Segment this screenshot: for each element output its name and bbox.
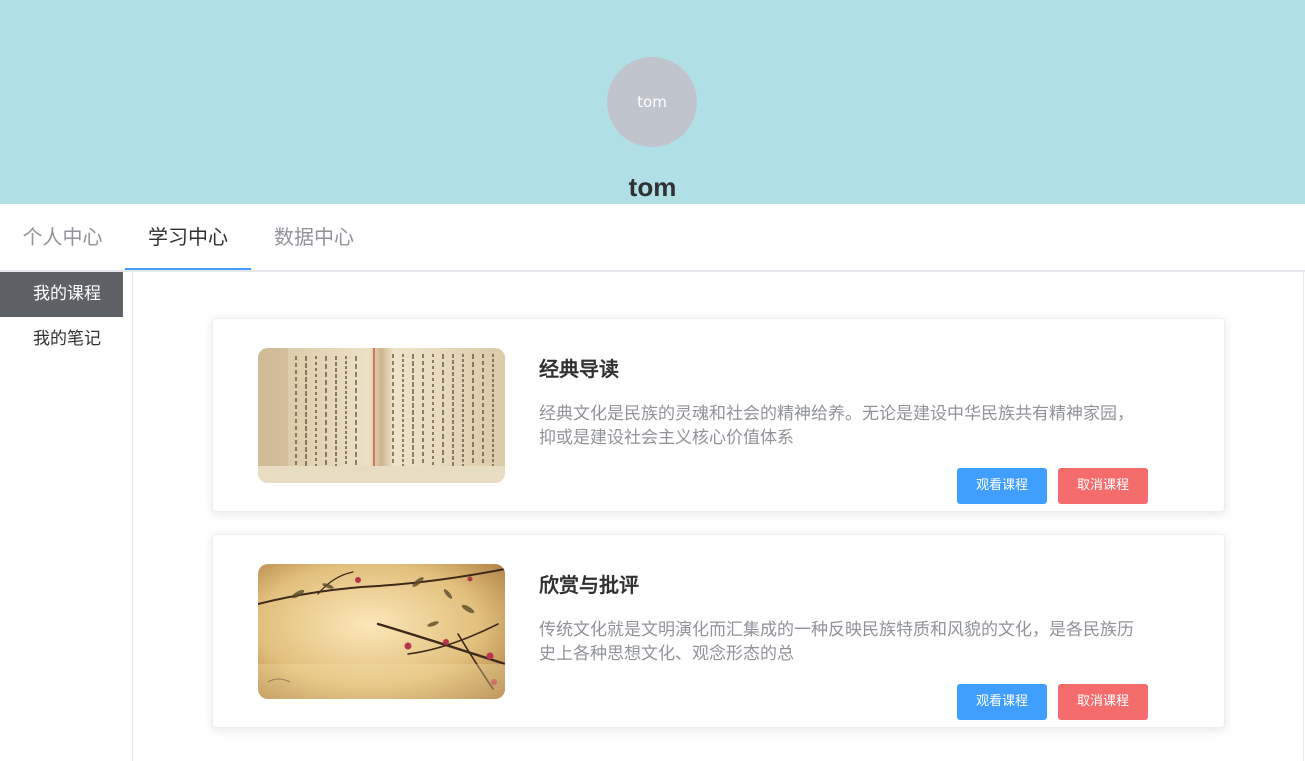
course-description: 经典文化是民族的灵魂和社会的精神给养。无论是建设中华民族共有精神家园，抑或是建设… <box>539 404 1134 448</box>
watch-course-button[interactable]: 观看课程 <box>957 684 1047 720</box>
avatar[interactable]: tom <box>607 57 697 147</box>
cancel-course-button[interactable]: 取消课程 <box>1058 468 1148 504</box>
sidebar: 我的课程 我的笔记 <box>0 272 133 761</box>
sidebar-item-my-courses[interactable]: 我的课程 <box>0 272 123 317</box>
active-tab-indicator <box>125 268 251 270</box>
tab-bar: 个人中心 学习中心 数据中心 <box>0 204 1305 272</box>
tab-data-center[interactable]: 数据中心 <box>251 204 377 272</box>
tab-personal-center[interactable]: 个人中心 <box>0 204 125 272</box>
username: tom <box>628 172 677 202</box>
course-card: 经典导读 经典文化是民族的灵魂和社会的精神给养。无论是建设中华民族共有精神家园，… <box>212 318 1225 512</box>
cancel-course-button[interactable]: 取消课程 <box>1058 684 1148 720</box>
course-title: 经典导读 <box>539 357 619 381</box>
watch-course-button[interactable]: 观看课程 <box>957 468 1047 504</box>
sidebar-item-my-notes[interactable]: 我的笔记 <box>0 317 123 362</box>
tab-learning-center[interactable]: 学习中心 <box>125 204 251 272</box>
course-thumbnail-plum-blossom[interactable] <box>258 564 505 699</box>
content-border <box>1303 272 1304 761</box>
profile-header: tom tom <box>0 0 1305 204</box>
course-thumbnail-ancient-book[interactable] <box>258 348 505 483</box>
course-description: 传统文化就是文明演化而汇集成的一种反映民族特质和风貌的文化，是各民族历史上各种思… <box>539 620 1134 664</box>
course-title: 欣赏与批评 <box>539 573 639 597</box>
course-card: 欣赏与批评 传统文化就是文明演化而汇集成的一种反映民族特质和风貌的文化，是各民族… <box>212 534 1225 728</box>
avatar-text: tom <box>637 93 667 111</box>
